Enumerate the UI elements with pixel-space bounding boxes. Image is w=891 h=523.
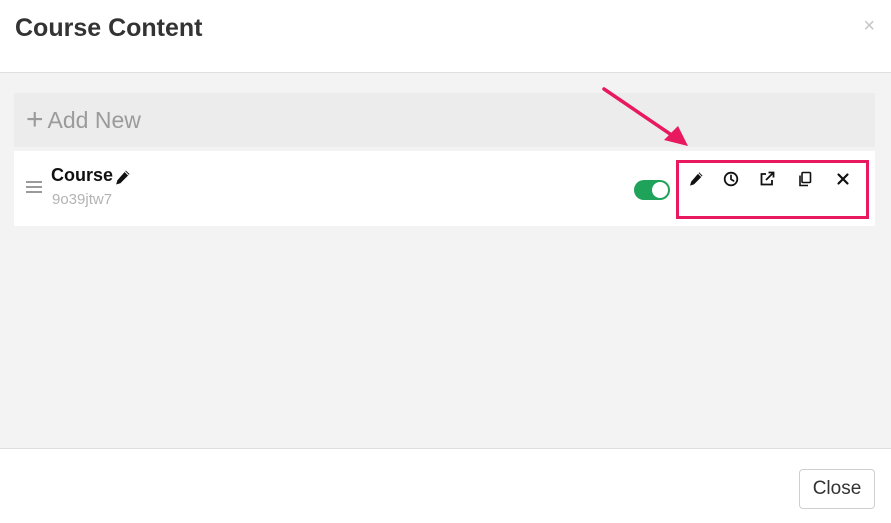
modal-title: Course Content	[15, 14, 203, 42]
copy-icon[interactable]	[795, 169, 815, 189]
modal-header: Course Content ×	[0, 0, 891, 73]
remove-close-icon[interactable]	[833, 169, 853, 189]
enable-toggle[interactable]	[634, 180, 670, 200]
close-button[interactable]: Close	[799, 469, 875, 509]
clock-icon[interactable]	[721, 169, 741, 189]
item-id: 9o39jtw7	[52, 191, 113, 208]
toggle-knob	[652, 182, 668, 198]
name-edit-pencil-icon[interactable]	[114, 169, 131, 186]
item-name: Course	[51, 165, 114, 185]
modal-body: + Add New Course 9o39jtw7	[0, 73, 891, 449]
add-new-button[interactable]: + Add New	[14, 93, 875, 147]
add-new-label: Add New	[47, 106, 141, 133]
close-x-icon[interactable]: ×	[863, 16, 875, 36]
content-item-row: Course 9o39jtw7	[14, 151, 875, 226]
external-link-icon[interactable]	[757, 169, 777, 189]
drag-handle-icon[interactable]	[26, 181, 42, 195]
plus-icon: +	[26, 103, 44, 136]
edit-pencil-icon[interactable]	[686, 169, 706, 189]
